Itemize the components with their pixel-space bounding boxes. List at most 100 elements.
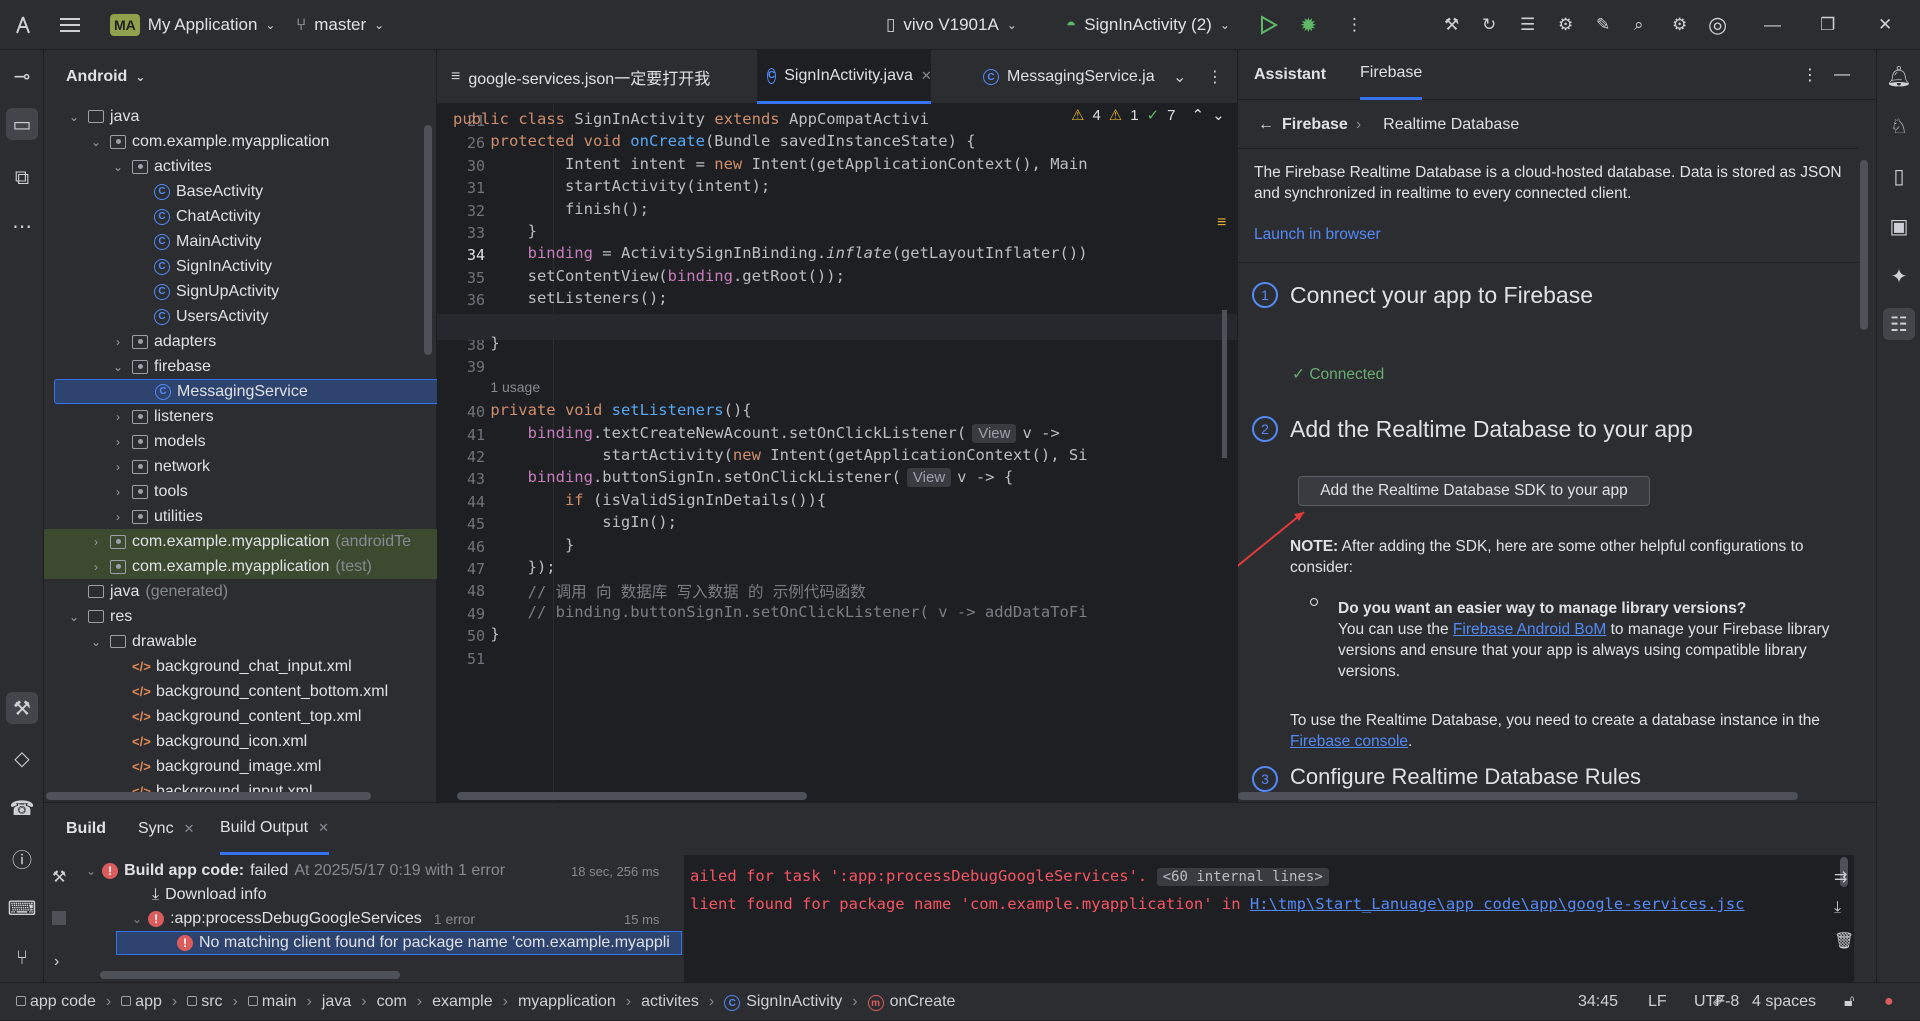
tree-item[interactable]: ⌄ activites bbox=[110, 154, 218, 179]
gradle-icon[interactable]: ♘ bbox=[1883, 110, 1915, 142]
chevron-down-icon[interactable]: ⌄ bbox=[110, 360, 126, 374]
profiler-button[interactable]: ⚙ bbox=[1558, 0, 1573, 50]
chevron-right-icon[interactable]: › bbox=[110, 460, 126, 474]
breadcrumb-item[interactable]: example bbox=[432, 993, 492, 1011]
tree-item[interactable]: › com.example.myapplication (test) bbox=[44, 554, 437, 579]
commit-icon[interactable]: ⊸ bbox=[6, 60, 38, 92]
line-separator[interactable]: LF bbox=[1648, 983, 1667, 1021]
editor-scrollbar[interactable] bbox=[1222, 310, 1227, 458]
main-menu-button[interactable] bbox=[60, 0, 82, 50]
tree-item[interactable]: ⌄ drawable bbox=[88, 629, 203, 654]
close-tab-icon[interactable]: ✕ bbox=[921, 68, 932, 84]
app-inspection-button[interactable]: ✎ bbox=[1596, 0, 1610, 50]
notifications-icon[interactable]: 🔔︎ bbox=[1883, 60, 1915, 92]
more-actions-button[interactable]: ⋮ bbox=[1346, 0, 1363, 50]
tab-build[interactable]: Build bbox=[66, 803, 106, 855]
breadcrumb-item[interactable]: main bbox=[247, 993, 297, 1011]
tree-item[interactable]: java (generated) bbox=[66, 579, 228, 604]
apply-changes-button[interactable]: ↻ bbox=[1482, 0, 1496, 50]
breadcrumb-item[interactable]: app code bbox=[16, 993, 96, 1011]
search-button[interactable]: ⌕ bbox=[1634, 0, 1644, 50]
scroll-to-end-icon[interactable]: ⤓ bbox=[1834, 899, 1841, 917]
logcat-icon[interactable]: ☎ bbox=[6, 792, 38, 824]
breadcrumb-item[interactable]: m onCreate bbox=[867, 993, 955, 1012]
internal-lines-fold[interactable]: <60 internal lines> bbox=[1156, 868, 1329, 886]
tab-more-button[interactable]: ⋮ bbox=[1207, 50, 1223, 104]
hammer-icon[interactable]: ⚒ bbox=[52, 867, 66, 887]
tab-list-button[interactable]: ⌄ bbox=[1173, 50, 1186, 104]
tab-signin-activity[interactable]: C SignInActivity.java ✕ bbox=[757, 50, 932, 104]
resource-manager-icon[interactable]: ⧉ bbox=[6, 162, 38, 194]
chevron-right-icon[interactable]: › bbox=[110, 485, 126, 499]
tree-item[interactable]: </> background_content_top.xml bbox=[110, 704, 367, 729]
breadcrumb-item[interactable]: src bbox=[187, 993, 223, 1011]
build-tree-scrollbar[interactable] bbox=[100, 971, 400, 979]
breadcrumb-item[interactable]: app bbox=[121, 993, 162, 1011]
tree-item[interactable]: ⌄ res bbox=[66, 604, 138, 629]
build-console[interactable]: ailed for task ':app:processDebugGoogleS… bbox=[684, 855, 1854, 983]
terminal-icon[interactable]: ⌨ bbox=[6, 892, 38, 924]
tree-item[interactable]: › utilities bbox=[110, 504, 209, 529]
tree-item[interactable]: ⌄ com.example.myapplication bbox=[88, 129, 335, 154]
tree-item[interactable]: </> background_chat_input.xml bbox=[110, 654, 358, 679]
download-info-row[interactable]: ⤓ Download info bbox=[152, 883, 266, 907]
editor-h-scrollbar[interactable] bbox=[457, 792, 807, 800]
debug-button[interactable]: ✹ bbox=[1300, 0, 1317, 50]
firebase-bom-link[interactable]: Firebase Android BoM bbox=[1453, 621, 1606, 638]
chevron-down-icon[interactable]: ⌄ bbox=[88, 635, 104, 649]
structure-marker-icon[interactable]: ≡ bbox=[1217, 214, 1231, 231]
tree-item[interactable]: ⌄ java bbox=[66, 104, 145, 129]
firebase-console-link[interactable]: Firebase console bbox=[1290, 733, 1408, 750]
project-folder-icon[interactable]: ▭ bbox=[6, 108, 38, 140]
account-button[interactable]: ◎ bbox=[1708, 0, 1727, 50]
project-selector[interactable]: MA My Application ⌄ bbox=[110, 0, 275, 50]
chevron-right-icon[interactable]: › bbox=[88, 560, 104, 574]
breadcrumb-item[interactable]: java bbox=[322, 993, 351, 1011]
indent-label[interactable]: 4 spaces bbox=[1752, 983, 1816, 1021]
gem-icon[interactable]: ◇ bbox=[6, 742, 38, 774]
sync-button[interactable]: ☰ bbox=[1520, 0, 1535, 50]
running-devices-icon[interactable]: ▣ bbox=[1883, 210, 1915, 242]
chevron-right-icon[interactable]: › bbox=[110, 435, 126, 449]
minimize-button[interactable]: — bbox=[1764, 0, 1781, 50]
tree-item[interactable]: C MainActivity bbox=[132, 229, 267, 254]
file-path-link[interactable]: H:\tmp\Start_Lanuage\app code\app\google… bbox=[1250, 895, 1745, 913]
settings-button[interactable]: ⚙ bbox=[1672, 0, 1687, 50]
tree-item[interactable]: C UsersActivity bbox=[132, 304, 274, 329]
assistant-icon[interactable]: ☷ bbox=[1883, 308, 1915, 340]
close-window-button[interactable]: ✕ bbox=[1878, 0, 1892, 50]
usage-hint[interactable]: 1 usage bbox=[490, 379, 540, 395]
breadcrumb-item[interactable]: C SignInActivity bbox=[724, 993, 842, 1012]
caret-position[interactable]: 34:45 bbox=[1578, 983, 1618, 1021]
chevron-right-icon[interactable]: › bbox=[110, 410, 126, 424]
build-status-row[interactable]: ⌄ ! Build app code: failed At 2025/5/17 … bbox=[86, 859, 505, 883]
assistant-h-scrollbar[interactable] bbox=[1238, 792, 1798, 800]
assistant-scrollbar[interactable] bbox=[1860, 160, 1868, 330]
tree-item[interactable]: › listeners bbox=[110, 404, 220, 429]
gemini-icon[interactable]: ✦ bbox=[1883, 260, 1915, 292]
breadcrumb-item[interactable]: com bbox=[377, 993, 407, 1011]
error-indicator-icon[interactable]: ● bbox=[1884, 983, 1894, 1021]
hammer-button[interactable]: ⚒ bbox=[1444, 0, 1459, 50]
tab-messaging-service[interactable]: C MessagingService.ja bbox=[983, 50, 1155, 104]
tab-sync[interactable]: Sync ✕ bbox=[138, 803, 194, 855]
tree-item[interactable]: › adapters bbox=[110, 329, 222, 354]
tree-item[interactable]: </> background_icon.xml bbox=[110, 729, 313, 754]
git-icon[interactable]: ⑂ bbox=[6, 942, 38, 974]
process-google-services-row[interactable]: ⌄ ! :app:processDebugGoogleServices 1 er… bbox=[132, 907, 475, 931]
chevron-right-icon[interactable]: › bbox=[110, 335, 126, 349]
code-area[interactable]: public class SignInActivity extends AppC… bbox=[437, 104, 1237, 802]
tree-item[interactable]: C BaseActivity bbox=[132, 179, 269, 204]
tree-item[interactable]: </> background_content_bottom.xml bbox=[110, 679, 394, 704]
tree-item[interactable]: › com.example.myapplication (androidTe bbox=[44, 529, 437, 554]
chevron-down-icon[interactable]: ⌄ bbox=[66, 110, 82, 124]
chevron-right-icon[interactable]: › bbox=[110, 510, 126, 524]
run-button[interactable] bbox=[1258, 0, 1278, 50]
run-config-selector[interactable]: ◓ SignInActivity (2) ⌄ bbox=[1066, 0, 1230, 50]
close-tab-icon[interactable]: ✕ bbox=[184, 821, 195, 837]
branch-selector[interactable]: ⑂ master ⌄ bbox=[296, 0, 384, 50]
tab-build-output[interactable]: Build Output ✕ bbox=[220, 803, 329, 855]
tree-h-scrollbar[interactable] bbox=[46, 792, 371, 800]
tree-item[interactable]: </> background_image.xml bbox=[110, 754, 327, 779]
close-tab-icon[interactable]: ✕ bbox=[318, 820, 329, 836]
